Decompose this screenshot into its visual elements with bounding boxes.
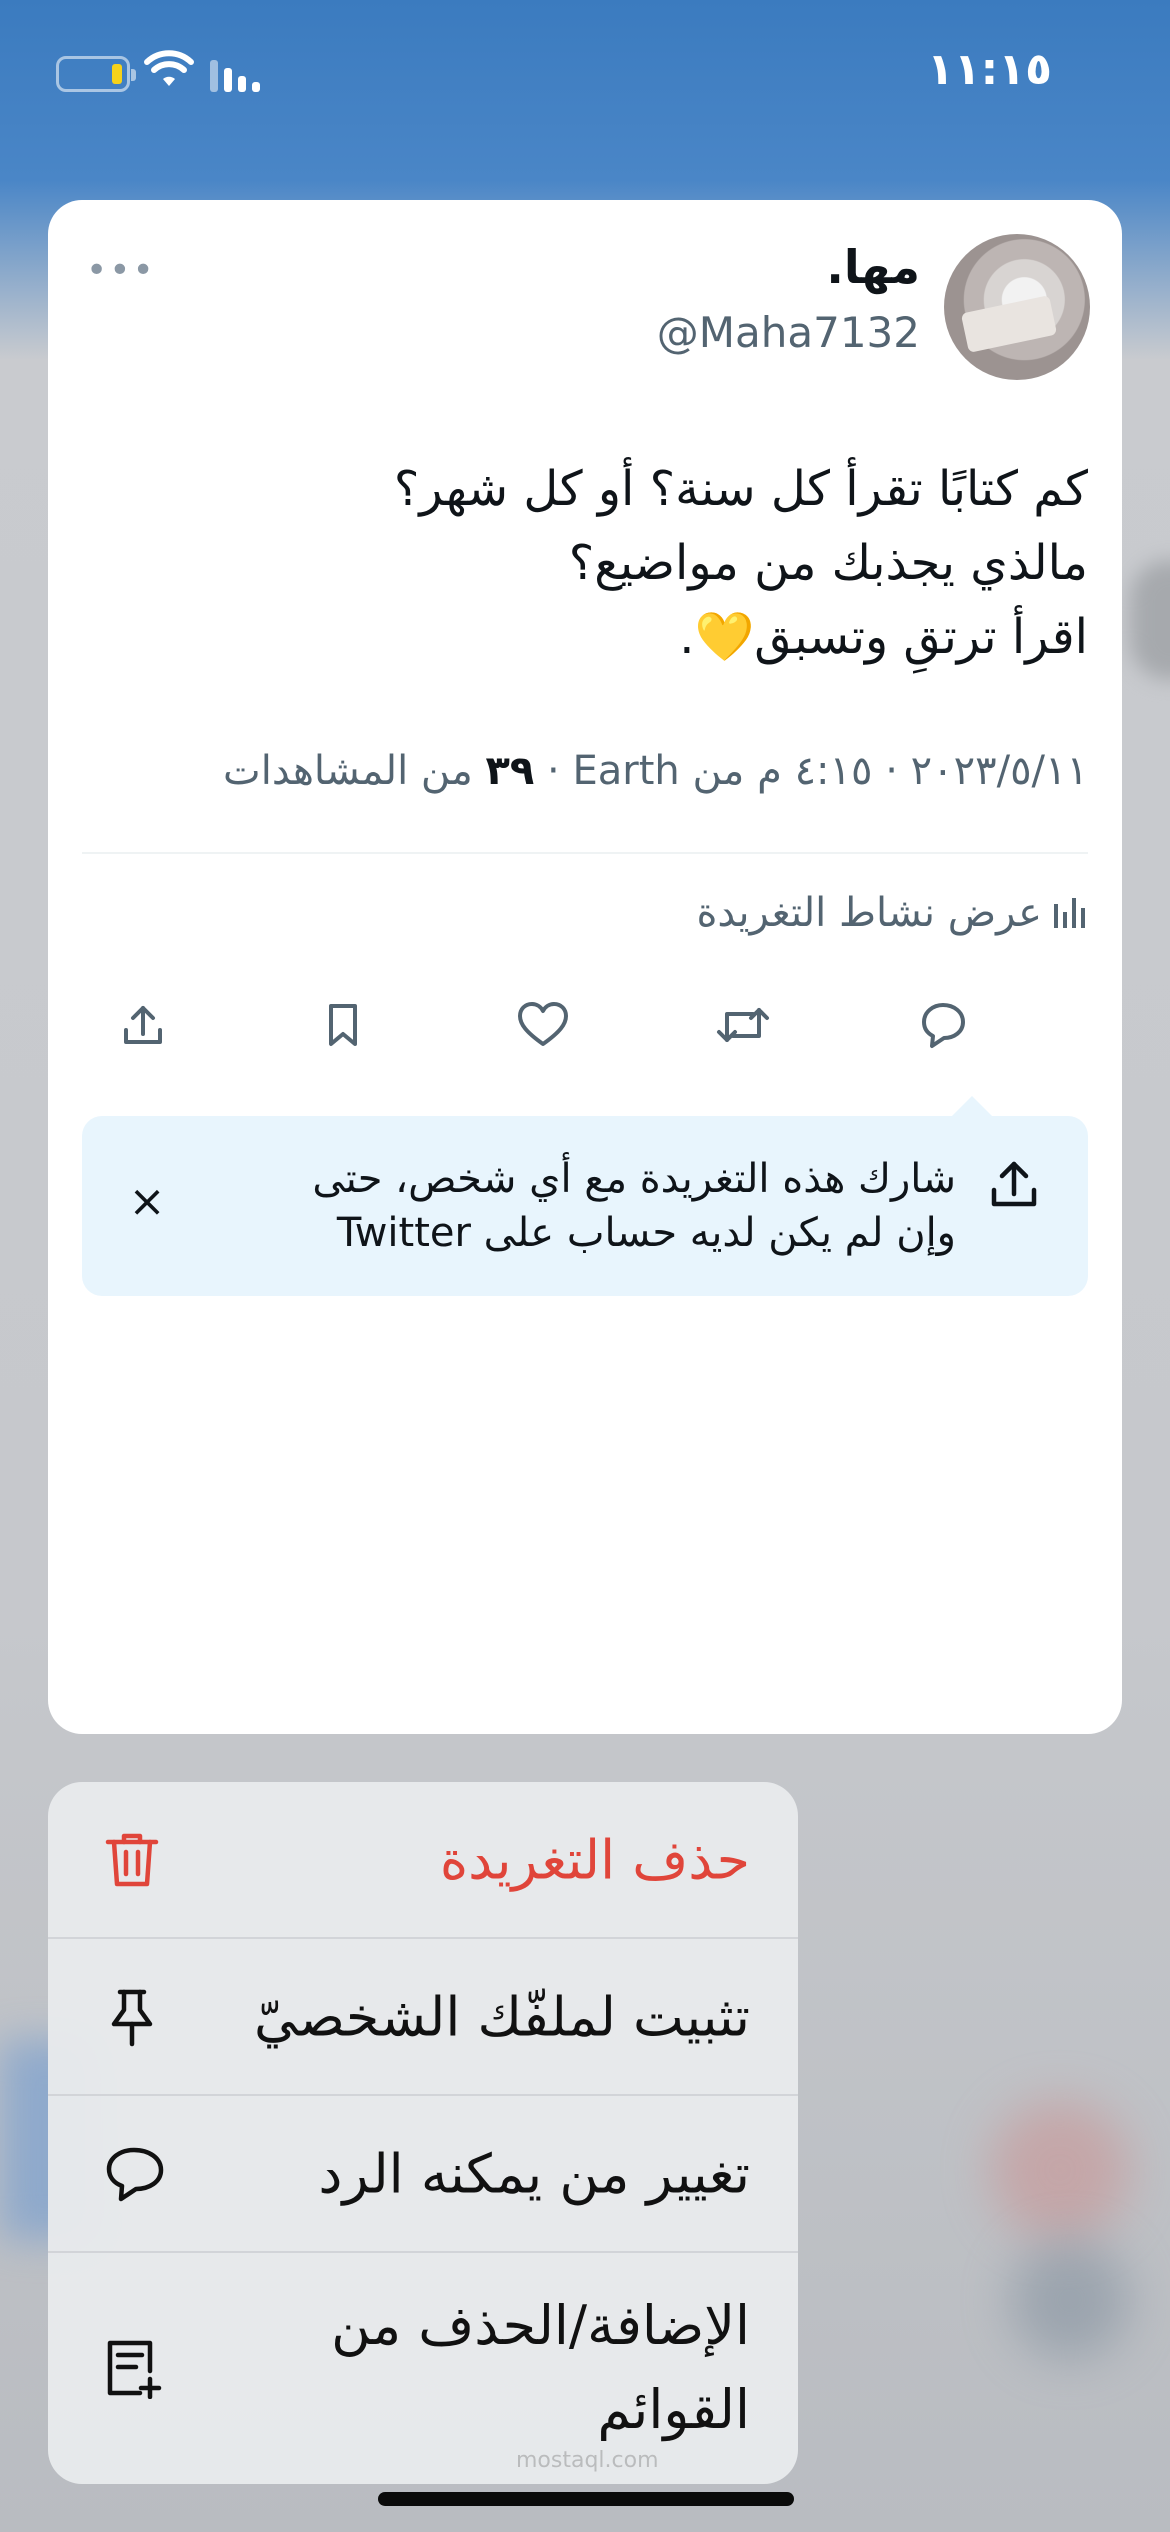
author-handle[interactable]: @Maha7132 [657,308,920,357]
view-tweet-activity-link[interactable]: عرض نشاط التغريدة [696,890,1088,936]
tweet-line: اقرأ ترتقِ وتسبق💛. [679,609,1088,665]
tweet-text: كم كتابًا تقرأ كل سنة؟ أو كل شهر؟ مالذي … [88,452,1088,674]
retweet-icon[interactable] [708,990,778,1060]
views-count: ٣٩ [485,748,535,794]
tooltip-caret [952,1096,992,1116]
watermark: mostaql.com [516,2448,659,2473]
tweet-meta: ٢٠٢٣/٥/١١ · ٤:١٥ م من Earth · ٣٩ من المش… [223,748,1088,794]
home-indicator[interactable] [378,2492,794,2506]
reply-icon[interactable] [908,990,978,1060]
share-tip-text: شارك هذه التغريدة مع أي شخص، حتى وإن لم … [312,1152,956,1260]
menu-item-add-remove-lists[interactable]: الإضافة/الحذف من القوائم [48,2253,798,2483]
menu-item-label: تغيير من يمكنه الرد [318,2142,750,2205]
tweet-line: كم كتابًا تقرأ كل سنة؟ أو كل شهر؟ [393,461,1088,517]
more-options-icon[interactable]: ••• [86,250,156,291]
battery-icon [56,56,136,92]
share-icon[interactable] [108,990,178,1060]
wifi-icon [144,50,194,86]
menu-item-label: حذف التغريدة [439,1828,750,1891]
share-tip-line: شارك هذه التغريدة مع أي شخص، حتى [312,1156,956,1202]
list-add-icon [107,2340,162,2399]
avatar[interactable] [944,234,1090,380]
tweet-date[interactable]: ٢٠٢٣/٥/١١ · ٤:١٥ م من Earth · [534,748,1088,794]
like-icon[interactable] [508,990,578,1060]
tweet-line: مالذي يجذبك من مواضيع؟ [568,535,1088,591]
status-bar: ١١:١٥ [0,0,1170,150]
menu-item-pin-to-profile[interactable]: تثبيت لملفّك الشخصيّ [48,1939,798,2096]
share-tooltip: شارك هذه التغريدة مع أي شخص، حتى وإن لم … [82,1096,1088,1296]
share-tip-line: وإن لم يكن لديه حساب على Twitter [336,1210,956,1256]
bookmark-icon[interactable] [308,990,378,1060]
author-name[interactable]: مها. [826,240,920,294]
menu-item-label: تثبيت لملفّك الشخصيّ [254,1985,750,2048]
views-label: من المشاهدات [223,748,486,794]
background-blur-shape [1130,560,1170,680]
context-menu: حذف التغريدة تثبيت لملفّك الشخصيّ تغيير … [48,1782,798,2484]
cellular-signal-icon [210,60,260,92]
reply-icon [106,2147,164,2201]
activity-label: عرض نشاط التغريدة [696,890,1042,936]
menu-item-label: الإضافة/الحذف من القوائم [331,2294,750,2441]
close-icon[interactable]: × [122,1176,172,1227]
divider [82,852,1088,854]
trash-icon [105,1833,159,1886]
tweet-actions [108,990,1062,1060]
background-blur-shape [990,2100,1130,2240]
share-icon [991,1161,1037,1207]
menu-item-delete-tweet[interactable]: حذف التغريدة [48,1782,798,1939]
pin-icon [111,1989,153,2046]
tweet-card: مها. @Maha7132 ••• كم كتابًا تقرأ كل سنة… [48,200,1122,1734]
status-time: ١١:١٥ [926,44,1052,95]
analytics-icon [1054,898,1085,928]
background-blur-shape [1010,2240,1130,2360]
menu-item-change-who-can-reply[interactable]: تغيير من يمكنه الرد [48,2096,798,2253]
